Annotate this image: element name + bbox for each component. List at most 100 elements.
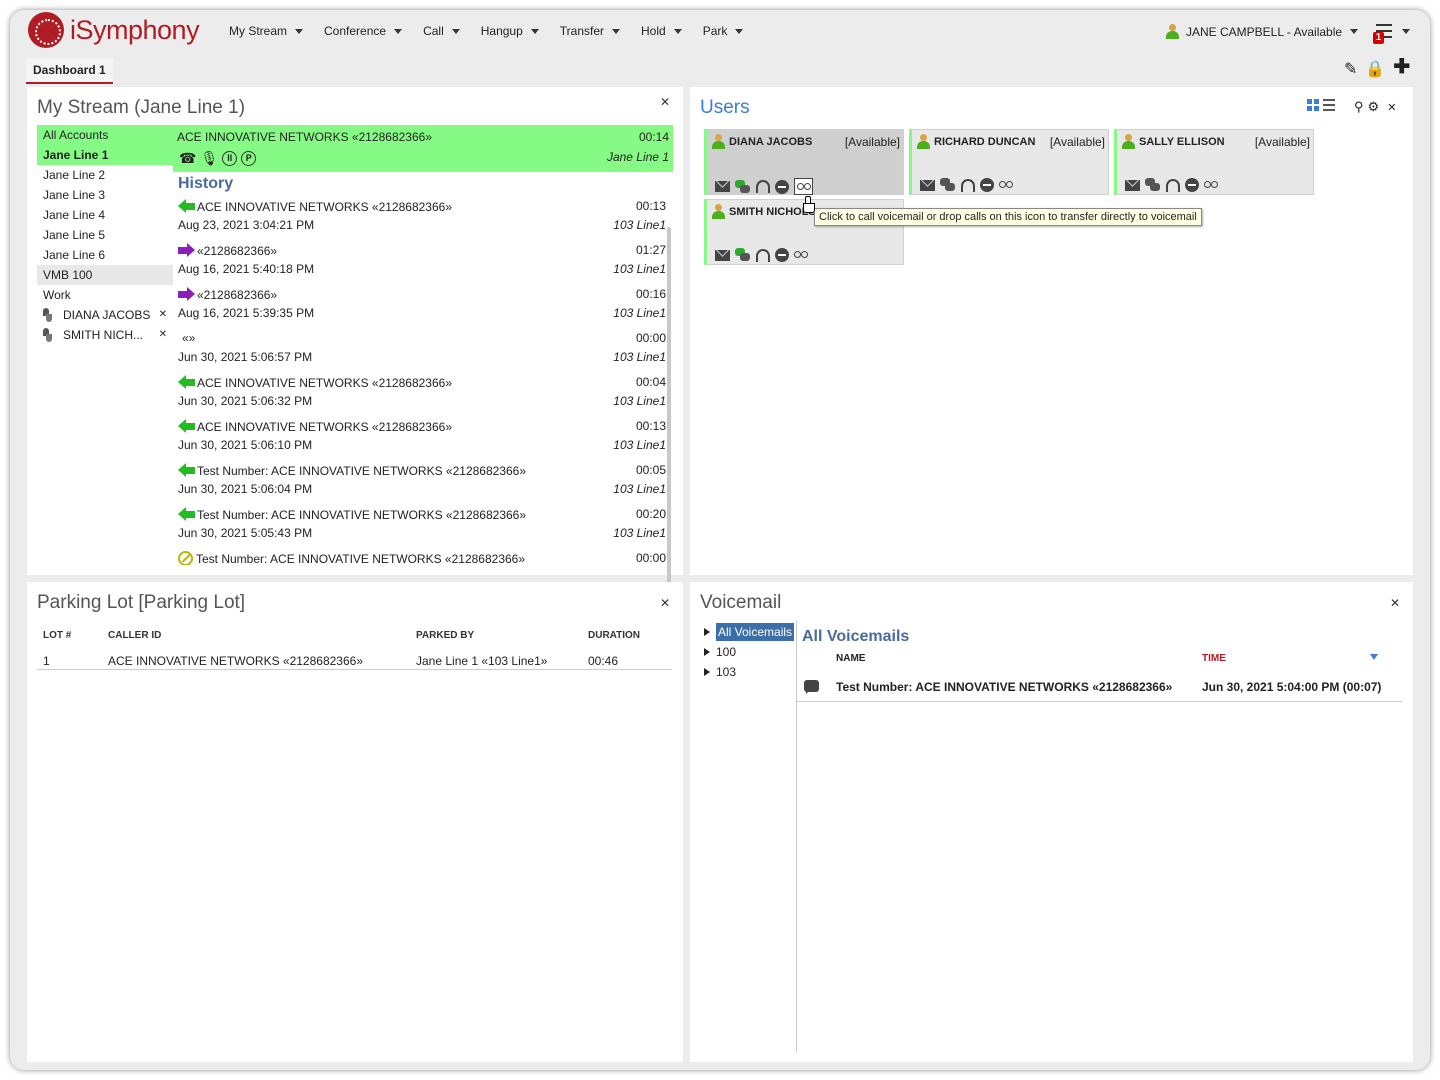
user-card[interactable]: RICHARD DUNCAN [Available] — [909, 129, 1109, 195]
phone-icon — [43, 308, 54, 322]
account-subitem[interactable]: SMITH NICH... ✕ — [37, 325, 173, 345]
hold-icon[interactable]: II — [222, 151, 238, 166]
headset-icon[interactable] — [756, 248, 770, 262]
voicemail-icon[interactable] — [794, 251, 808, 259]
stream-list: ACE INNOVATIVE NETWORKS «2128682366» 00:… — [173, 125, 673, 565]
history-line: 103 Line1 — [613, 262, 666, 276]
microphone-icon[interactable]: 🎙 — [200, 151, 218, 166]
do-not-disturb-icon[interactable] — [980, 178, 994, 192]
menu-transfer[interactable]: Transfer — [560, 24, 621, 38]
menu-my-stream[interactable]: My Stream — [229, 24, 304, 38]
table-row[interactable]: 1 ACE INNOVATIVE NETWORKS «2128682366» J… — [37, 650, 671, 670]
voicemail-button[interactable] — [794, 178, 813, 195]
account-item[interactable]: All Accounts — [37, 125, 173, 145]
close-icon[interactable]: ✕ — [660, 596, 670, 610]
expand-arrow-icon[interactable] — [704, 628, 710, 636]
user-card[interactable]: DIANA JACOBS [Available] — [704, 129, 904, 195]
history-item[interactable]: «2128682366» 01:27 Aug 16, 2021 5:40:18 PM… — [178, 243, 670, 287]
history-item[interactable]: Test Number: ACE INNOVATIVE NETWORKS «21… — [178, 463, 670, 507]
account-subitem[interactable]: DIANA JACOBS ✕ — [37, 305, 173, 325]
search-icon[interactable]: ⚲ — [1354, 99, 1364, 115]
tree-item-100[interactable]: 100 — [704, 642, 794, 662]
chat-icon[interactable] — [735, 179, 751, 194]
notifications-menu[interactable]: 1 — [1373, 24, 1416, 44]
history-item[interactable]: «» 00:00 Jun 30, 2021 5:06:57 PM 103 Line1 — [178, 331, 670, 375]
email-icon[interactable] — [1125, 179, 1140, 191]
voicemail-tree: All Voicemails 100 103 — [704, 622, 795, 682]
do-not-disturb-icon[interactable] — [775, 179, 789, 194]
account-item[interactable]: Jane Line 2 — [37, 165, 173, 185]
close-icon[interactable]: ✕ — [660, 95, 670, 109]
app-logo[interactable]: iSymphony — [28, 12, 200, 48]
edit-pencil-icon[interactable]: ✎ — [1344, 59, 1357, 79]
parked-by: Jane Line 1 «103 Line1» — [416, 654, 548, 668]
user-card[interactable]: SALLY ELLISON [Available] — [1114, 129, 1314, 195]
account-item[interactable]: VMB 100 — [37, 265, 173, 285]
chat-icon[interactable] — [1145, 178, 1161, 192]
account-item[interactable]: Jane Line 6 — [37, 245, 173, 265]
headset-icon[interactable] — [756, 180, 770, 193]
menu-hold[interactable]: Hold — [641, 24, 682, 38]
user-status-dropdown[interactable]: JANE CAMPBELL - Available — [1166, 24, 1359, 39]
close-icon[interactable]: ✕ — [1390, 596, 1400, 610]
list-view-icon[interactable] — [1323, 99, 1335, 111]
history-duration: 00:13 — [635, 419, 666, 433]
gear-icon[interactable]: ⚙ — [1368, 99, 1380, 115]
history-date: Jun 30, 2021 5:06:04 PM — [178, 482, 313, 496]
history-item[interactable]: ACE INNOVATIVE NETWORKS «2128682366» 00:1… — [178, 419, 670, 463]
park-icon[interactable]: P — [241, 151, 257, 166]
grid-view-icon[interactable] — [1307, 99, 1319, 111]
user-actions — [715, 248, 808, 262]
do-not-disturb-icon[interactable] — [1185, 178, 1199, 192]
menu-hangup[interactable]: Hangup — [481, 24, 539, 38]
account-item[interactable]: Work — [37, 285, 173, 305]
menu-conference[interactable]: Conference — [324, 24, 403, 38]
chat-icon[interactable] — [735, 248, 751, 262]
close-icon[interactable]: ✕ — [1387, 101, 1396, 114]
sort-arrow-icon[interactable] — [1370, 654, 1378, 660]
tree-item-103[interactable]: 103 — [704, 662, 794, 682]
column-header-name[interactable]: NAME — [836, 653, 865, 664]
voicemail-name: Test Number: ACE INNOVATIVE NETWORKS «21… — [836, 680, 1173, 694]
do-not-disturb-icon[interactable] — [775, 248, 789, 262]
add-plus-icon[interactable]: ✚ — [1393, 57, 1410, 79]
voicemail-icon[interactable] — [1204, 181, 1218, 189]
active-call[interactable]: ACE INNOVATIVE NETWORKS «2128682366» 00:… — [173, 125, 673, 172]
scrollbar[interactable] — [667, 227, 671, 583]
menu-call[interactable]: Call — [423, 24, 460, 38]
chat-icon[interactable] — [940, 178, 956, 192]
column-header-lot[interactable]: LOT # — [43, 630, 71, 641]
account-item[interactable]: Jane Line 4 — [37, 205, 173, 225]
remove-icon[interactable]: ✕ — [159, 305, 167, 325]
history-item[interactable]: «2128682366» 00:16 Aug 16, 2021 5:39:35 PM… — [178, 287, 670, 331]
transfer-icon[interactable]: ☎ — [179, 151, 196, 166]
account-item[interactable]: Jane Line 5 — [37, 225, 173, 245]
email-icon[interactable] — [920, 179, 935, 191]
account-item[interactable]: Jane Line 3 — [37, 185, 173, 205]
expand-arrow-icon[interactable] — [704, 648, 710, 656]
tab-dashboard-1[interactable]: Dashboard 1 — [26, 58, 113, 84]
voicemail-icon[interactable] — [999, 181, 1013, 189]
account-item[interactable]: Jane Line 1 — [37, 145, 173, 165]
column-header-duration[interactable]: DURATION — [588, 630, 640, 641]
remove-icon[interactable]: ✕ — [159, 325, 167, 345]
app-window: iSymphony My Stream Conference Call Hang… — [10, 10, 1430, 1070]
lock-icon[interactable]: 🔒 — [1365, 59, 1385, 79]
column-header-time[interactable]: TIME — [1202, 653, 1226, 664]
expand-arrow-icon[interactable] — [704, 668, 710, 676]
history-item[interactable]: Test Number: ACE INNOVATIVE NETWORKS «21… — [178, 507, 670, 551]
email-icon[interactable] — [715, 249, 730, 261]
history-item[interactable]: Test Number: ACE INNOVATIVE NETWORKS «21… — [178, 551, 670, 565]
history-item[interactable]: ACE INNOVATIVE NETWORKS «2128682366» 00:0… — [178, 375, 670, 419]
table-row[interactable]: Test Number: ACE INNOVATIVE NETWORKS «21… — [796, 672, 1402, 702]
column-header-caller-id[interactable]: CALLER ID — [108, 630, 161, 641]
caret-down-icon — [394, 28, 403, 34]
headset-icon[interactable] — [1166, 178, 1180, 192]
history-item[interactable]: ACE INNOVATIVE NETWORKS «2128682366» 00:1… — [178, 199, 670, 243]
email-icon[interactable] — [715, 181, 730, 192]
menu-park[interactable]: Park — [703, 24, 744, 38]
voicemail-tooltip: Click to call voicemail or drop calls on… — [814, 208, 1202, 226]
column-header-parked-by[interactable]: PARKED BY — [416, 630, 474, 641]
headset-icon[interactable] — [961, 178, 975, 192]
tree-item-all-voicemails[interactable]: All Voicemails — [704, 622, 795, 642]
